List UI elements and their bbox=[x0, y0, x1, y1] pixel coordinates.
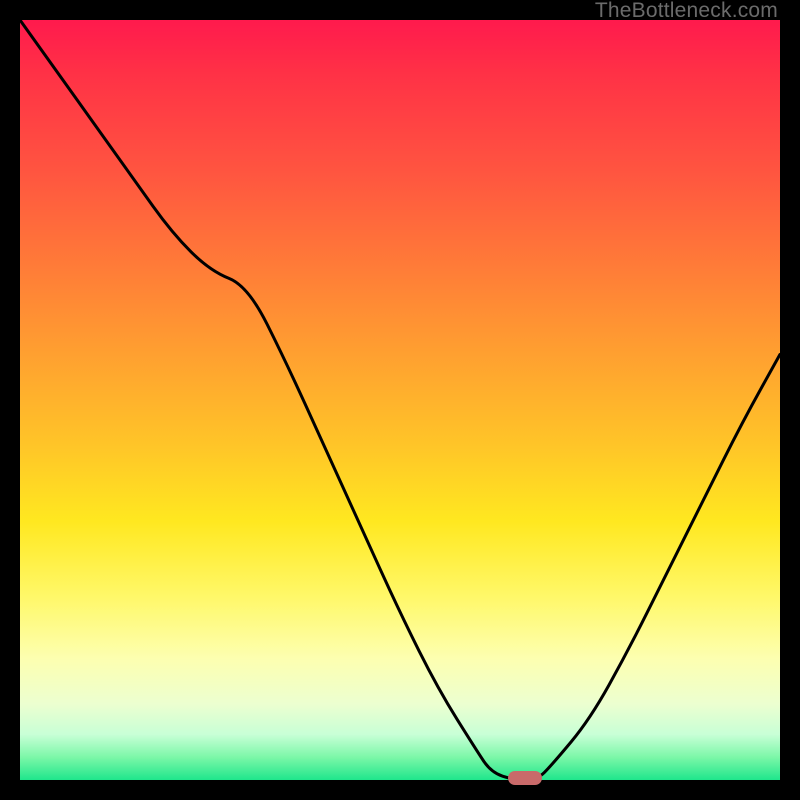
optimal-marker bbox=[508, 771, 542, 785]
plot-area bbox=[20, 20, 780, 780]
chart-frame: TheBottleneck.com bbox=[0, 0, 800, 800]
bottleneck-curve bbox=[20, 20, 780, 780]
